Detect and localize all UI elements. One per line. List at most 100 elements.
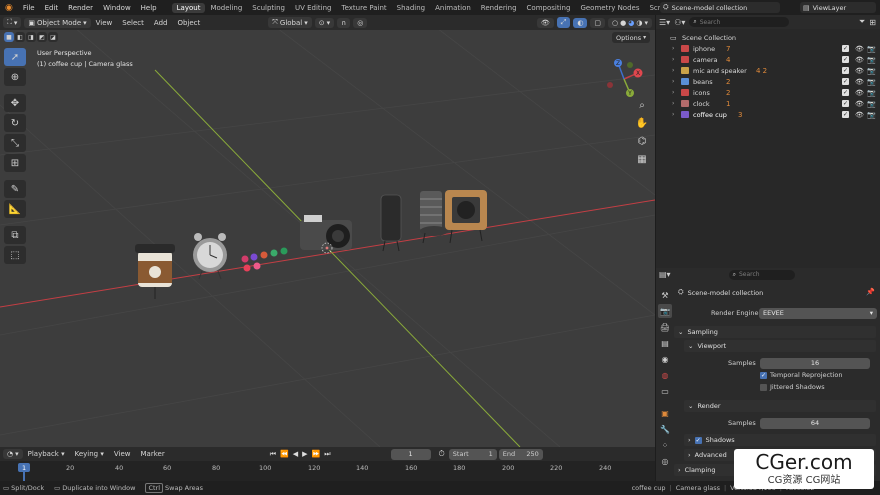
outliner-item-icons[interactable]: › icons 2 ✓ 👁 📷 <box>656 87 880 98</box>
modifier-tab-icon[interactable]: 🔧 <box>658 422 672 436</box>
menu-window[interactable]: Window <box>98 4 136 12</box>
camera-render-icon[interactable]: 📷 <box>867 100 876 108</box>
checkbox-checked-icon[interactable]: ✓ <box>694 436 702 444</box>
beans-object[interactable] <box>445 190 487 244</box>
menu-render[interactable]: Render <box>63 4 98 12</box>
options-dropdown[interactable]: Options ▾ <box>612 32 651 43</box>
move-tool[interactable]: ✥ <box>4 94 26 112</box>
exclude-checkbox[interactable]: ✓ <box>842 89 849 96</box>
timeline-editor-icon[interactable]: ◔ ▾ <box>3 449 23 459</box>
mic-speaker-object[interactable] <box>420 191 448 244</box>
proportional-edit-toggle[interactable]: ◎ <box>353 17 368 28</box>
exclude-checkbox[interactable]: ✓ <box>842 100 849 107</box>
xray-toggle[interactable]: ▢ <box>590 17 606 28</box>
select-box-tool[interactable]: ➚ <box>4 48 26 66</box>
tab-animation[interactable]: Animation <box>430 3 476 13</box>
menu-edit[interactable]: Edit <box>40 4 64 12</box>
camera-render-icon[interactable]: 📷 <box>867 89 876 97</box>
cursor-tool[interactable]: ⊕ <box>4 68 26 86</box>
menu-file[interactable]: File <box>18 4 40 12</box>
jittered-shadows-checkbox[interactable]: Jittered Shadows <box>760 383 825 391</box>
current-frame-field[interactable]: 1 <box>390 448 431 460</box>
visibility-selector[interactable]: 👁 <box>536 17 554 28</box>
exclude-checkbox[interactable]: ✓ <box>842 56 849 63</box>
editor-type-button[interactable]: ⛶ ▾ <box>3 17 22 28</box>
outliner-item-coffee-cup[interactable]: › coffee cup 3 ✓ 👁 📷 <box>656 109 880 120</box>
tab-layout[interactable]: Layout <box>171 2 206 13</box>
viewport-subsection[interactable]: ⌄ Viewport <box>684 340 876 352</box>
eye-icon[interactable]: 👁 <box>855 45 864 53</box>
tab-sculpting[interactable]: Sculpting <box>247 3 290 13</box>
annotate-tool[interactable]: ✎ <box>4 180 26 198</box>
expand-arrow-icon[interactable]: › <box>672 45 674 52</box>
expand-arrow-icon[interactable]: › <box>672 111 674 118</box>
timeline-view-menu[interactable]: View <box>109 450 136 458</box>
transform-tool[interactable]: ⊞ <box>4 154 26 172</box>
tab-compositing[interactable]: Compositing <box>522 3 576 13</box>
exclude-checkbox[interactable]: ✓ <box>842 45 849 52</box>
eye-icon[interactable]: 👁 <box>855 56 864 64</box>
next-keyframe-icon[interactable]: ⏩ <box>312 450 321 459</box>
stopwatch-icon[interactable]: ⏱ <box>439 449 445 459</box>
marker-menu[interactable]: Marker <box>136 450 170 458</box>
outliner-search-field[interactable]: ⌕ Search <box>689 17 790 27</box>
select-extend-button[interactable]: ◧ <box>15 32 25 42</box>
shadows-subsection[interactable]: › ✓ Shadows <box>684 434 876 446</box>
eye-icon[interactable]: 👁 <box>855 78 864 86</box>
particles-tab-icon[interactable]: ⁘ <box>658 438 672 452</box>
exclude-checkbox[interactable]: ✓ <box>842 78 849 85</box>
clock-object[interactable] <box>193 233 227 280</box>
menu-help[interactable]: Help <box>136 4 162 12</box>
navigation-gizmo[interactable]: X Z Y <box>604 59 644 99</box>
viewport-samples-field[interactable]: 16 <box>760 358 870 369</box>
keying-menu[interactable]: Keying ▾ <box>70 450 109 458</box>
sampling-section[interactable]: ⌄ Sampling <box>674 326 876 338</box>
tab-texture-paint[interactable]: Texture Paint <box>337 3 392 13</box>
gizmo-toggle[interactable]: ⤢ <box>556 17 571 28</box>
temporal-reprojection-checkbox[interactable]: ✓ Temporal Reprojection <box>760 371 843 379</box>
expand-arrow-icon[interactable]: › <box>672 100 674 107</box>
measure-tool[interactable]: 📐 <box>4 200 26 218</box>
camera-object[interactable] <box>300 215 352 254</box>
coffee-cup-object[interactable] <box>135 244 175 299</box>
outliner-root-row[interactable]: ▭ Scene Collection <box>656 32 880 43</box>
render-engine-dropdown[interactable]: EEVEE ▾ <box>759 308 877 319</box>
output-tab-icon[interactable]: 🖨 <box>658 320 672 334</box>
expand-arrow-icon[interactable]: › <box>672 56 674 63</box>
expand-arrow-icon[interactable]: › <box>672 89 674 96</box>
new-collection-icon[interactable]: ⊞ <box>869 18 876 27</box>
select-invert-button[interactable]: ◩ <box>37 32 47 42</box>
filter-icon[interactable]: ⏷ <box>859 17 865 27</box>
pin-icon[interactable]: 📌 <box>866 288 875 296</box>
playback-menu[interactable]: Playback ▾ <box>23 450 70 458</box>
render-subsection[interactable]: ⌄ Render <box>684 400 876 412</box>
jump-start-icon[interactable]: ⏮ <box>270 450 276 459</box>
camera-render-icon[interactable]: 📷 <box>867 111 876 119</box>
add-cube-tool[interactable]: ⧉ <box>4 226 26 244</box>
camera-view-icon[interactable]: ⌬ <box>633 133 651 149</box>
end-frame-field[interactable]: End 250 <box>498 448 543 460</box>
mode-selector[interactable]: ▣ Object Mode ▾ <box>24 17 91 28</box>
eye-icon[interactable]: 👁 <box>855 111 864 119</box>
shading-modes[interactable]: ○ ● ◕ ◑ ▾ <box>608 17 652 28</box>
eye-icon[interactable]: 👁 <box>855 67 864 75</box>
start-frame-field[interactable]: Start 1 <box>448 448 497 460</box>
properties-editor-icon[interactable]: ▤▾ <box>659 270 671 279</box>
tab-rendering[interactable]: Rendering <box>476 3 522 13</box>
play-icon[interactable]: ▶ <box>302 450 307 459</box>
blender-logo-icon[interactable]: ◉ <box>0 3 18 13</box>
outliner-item-camera[interactable]: › camera 4 ✓ 👁 📷 <box>656 54 880 65</box>
collection-tab-icon[interactable]: ▭ <box>658 384 672 398</box>
menu-object[interactable]: Object <box>172 19 205 27</box>
render-samples-field[interactable]: 64 <box>760 418 870 429</box>
properties-search-field[interactable]: ⌕ Search <box>728 269 795 280</box>
outliner-item-beans[interactable]: › beans 2 ✓ 👁 📷 <box>656 76 880 87</box>
select-intersect-button[interactable]: ◪ <box>48 32 58 42</box>
camera-render-icon[interactable]: 📷 <box>867 78 876 86</box>
iphone-object[interactable] <box>380 194 402 252</box>
frame-ruler[interactable]: 1 20 40 60 80 100 120 140 160 180 200 22… <box>0 461 655 481</box>
render-tab-icon[interactable]: 📷 <box>658 304 672 318</box>
exclude-checkbox[interactable]: ✓ <box>842 111 849 118</box>
prev-keyframe-icon[interactable]: ⏪ <box>280 450 289 459</box>
add-object-tool[interactable]: ⬚ <box>4 246 26 264</box>
